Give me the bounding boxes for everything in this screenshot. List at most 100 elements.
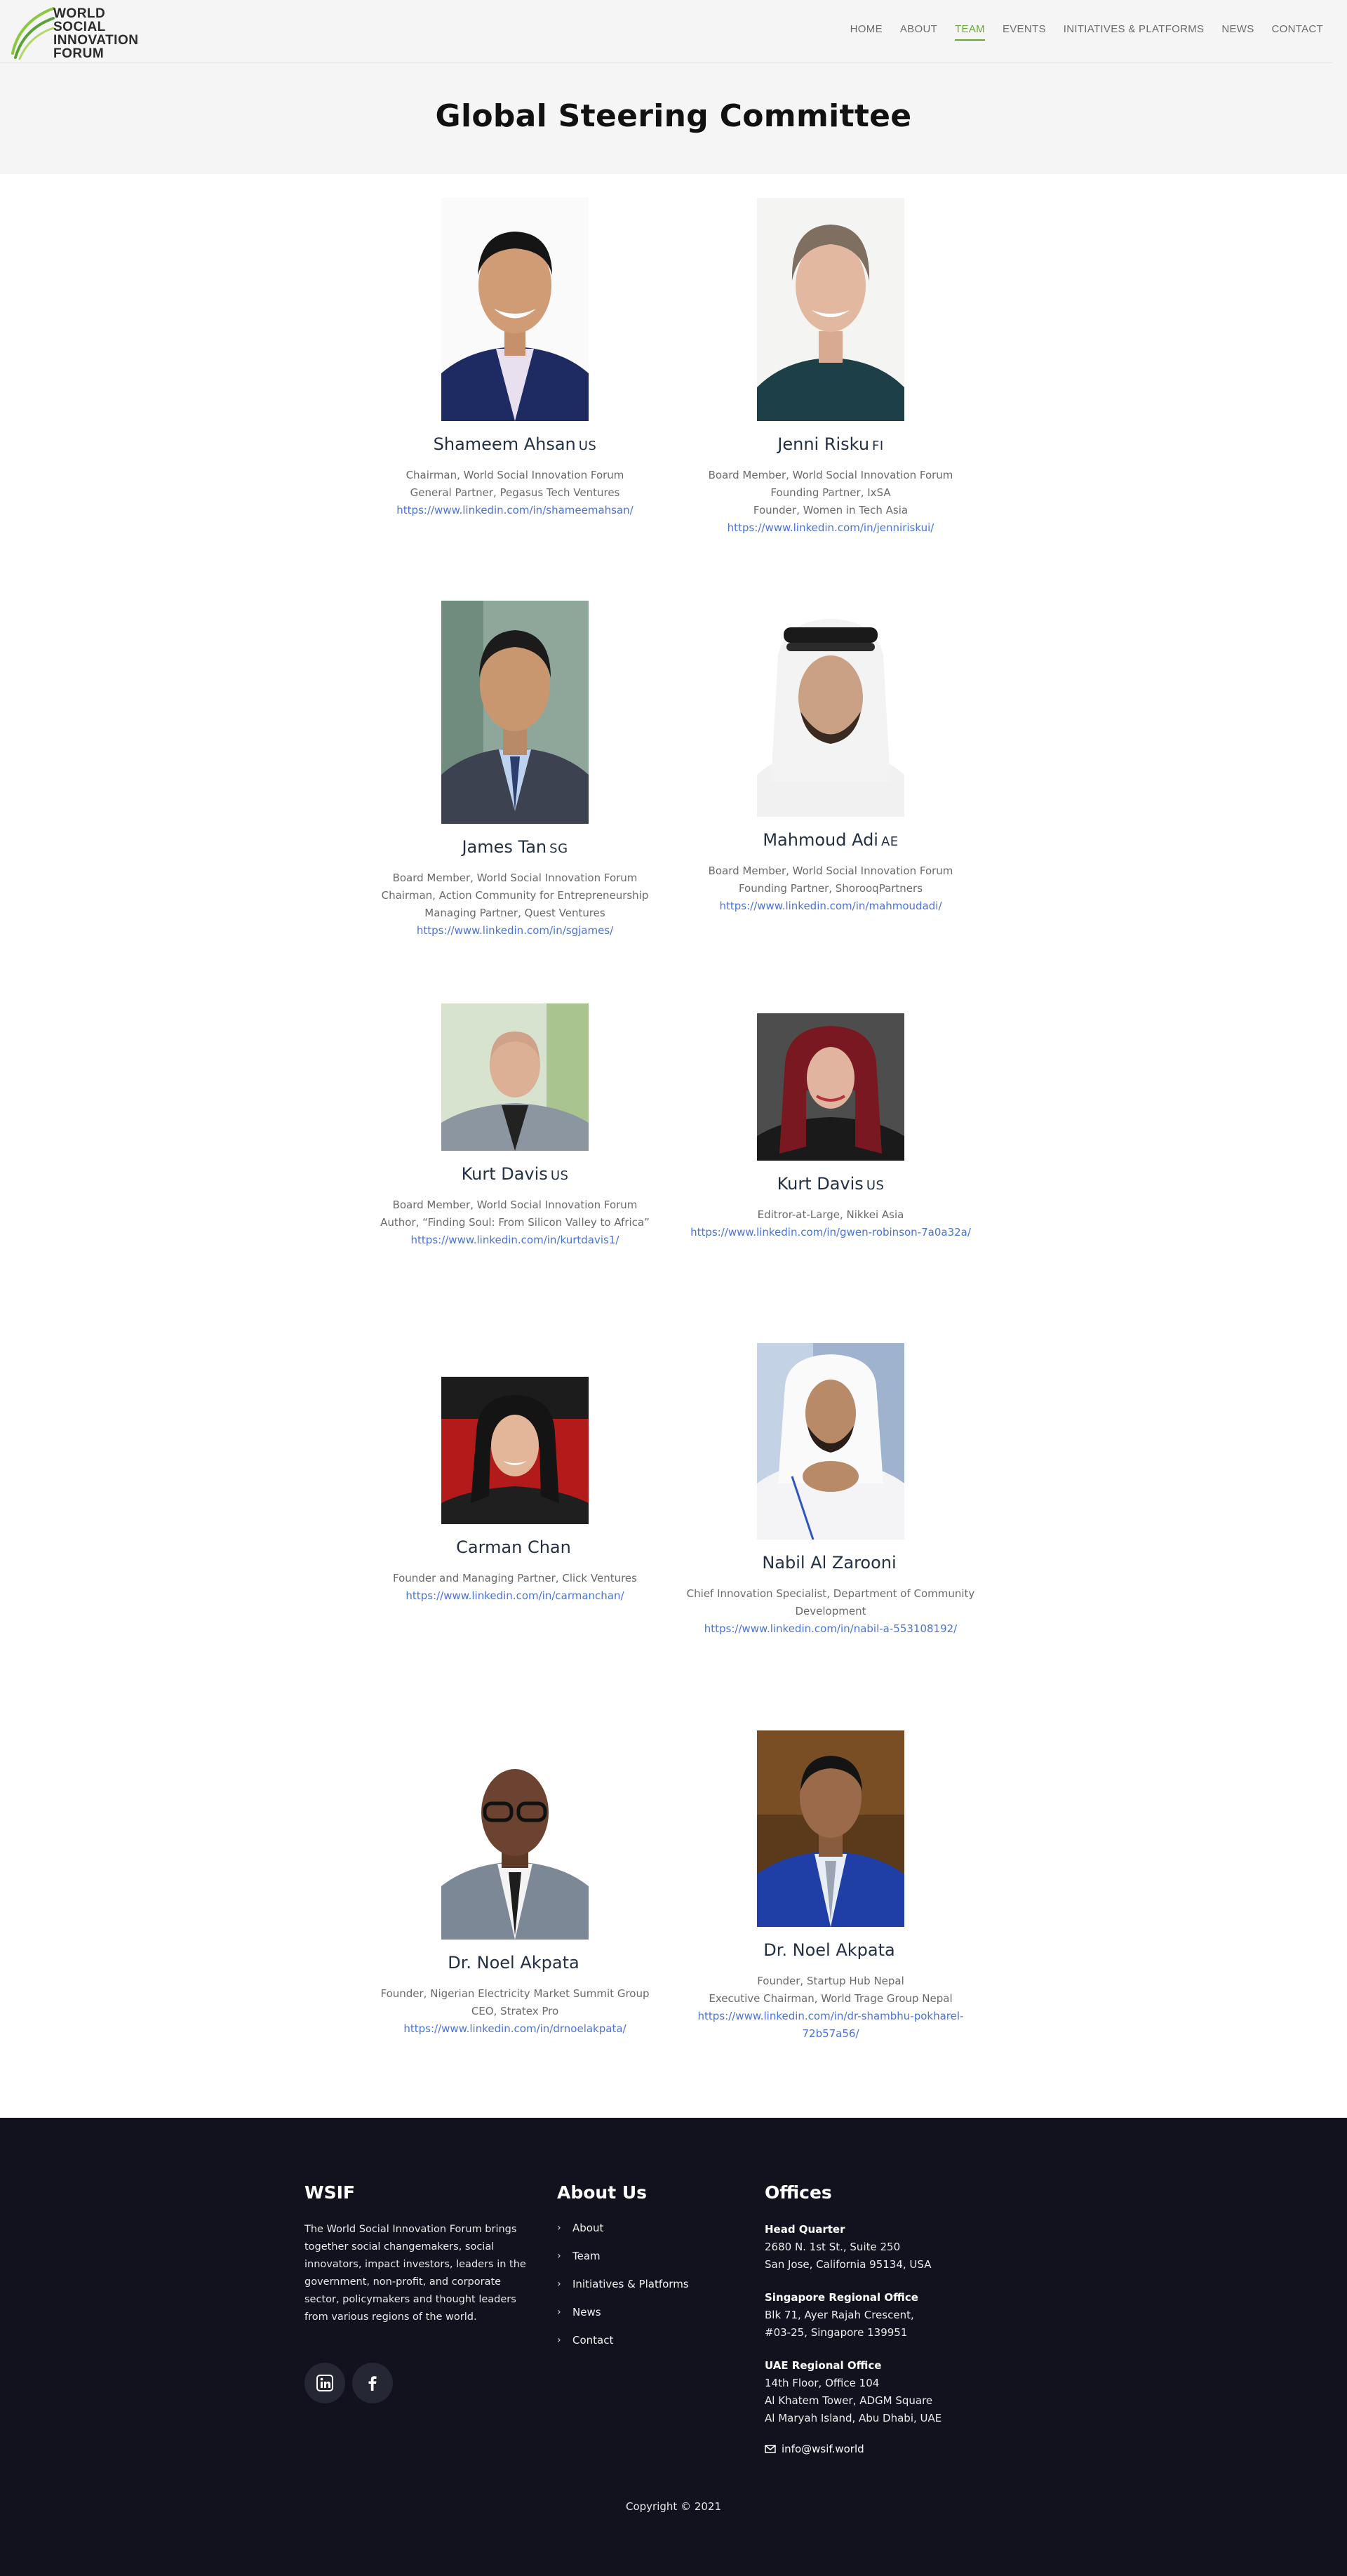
office-line: 2680 N. 1st St., Suite 250 (765, 2241, 901, 2253)
member-photo (441, 1746, 589, 1940)
linkedin-link[interactable]: https://www.linkedin.com/in/jenniriskui/ (676, 519, 985, 537)
linkedin-link[interactable]: https://www.linkedin.com/in/nabil-a-5531… (676, 1620, 985, 1638)
member-role: Founder, Startup Hub Nepal (757, 1975, 904, 1987)
footer-link-news[interactable]: › News (557, 2305, 689, 2319)
linkedin-link[interactable]: https://www.linkedin.com/in/carmanchan/ (361, 1587, 669, 1605)
member-role: Executive Chairman, World Trage Group Ne… (709, 1992, 953, 2005)
site-logo[interactable]: WORLD SOCIAL INNOVATION FORUM (10, 4, 157, 60)
member-role: Founding Partner, IxSA (770, 486, 891, 499)
footer-email[interactable]: info@wsif.world (765, 2443, 941, 2455)
member-role: Author, “Finding Soul: From Silicon Vall… (380, 1216, 650, 1229)
footer-link-initiatives[interactable]: › Initiatives & Platforms (557, 2277, 689, 2291)
member-name: Kurt Davis US (361, 1163, 669, 1187)
member-role: Board Member, World Social Innovation Fo… (708, 865, 953, 877)
chevron-right-icon: › (557, 2222, 561, 2234)
country-code: US (550, 1168, 569, 1183)
member-name: Nabil Al Zarooni (676, 1552, 985, 1575)
nav-news[interactable]: NEWS (1221, 23, 1254, 41)
site-footer: WSIF The World Social Innovation Forum b… (0, 2118, 1347, 2576)
logo-text: WORLD SOCIAL INNOVATION FORUM (53, 7, 138, 60)
office-line: Al Khatem Tower, ADGM Square (765, 2394, 933, 2407)
member-photo (441, 601, 589, 824)
office-line: 14th Floor, Office 104 (765, 2377, 880, 2389)
member-roles: Editror-at-Large, Nikkei Asia (676, 1206, 985, 1224)
member-role: Founding Partner, ShorooqPartners (738, 882, 923, 895)
member-name-text: Dr. Noel Akpata (448, 1953, 579, 1973)
office-line: San Jose, California 95134, USA (765, 2258, 932, 2271)
member-roles: Founder, Startup Hub Nepal Executive Cha… (676, 1973, 985, 2008)
member-roles: Chairman, World Social Innovation Forum … (361, 467, 669, 502)
nav-team[interactable]: TEAM (955, 23, 985, 41)
member-roles: Board Member, World Social Innovation Fo… (676, 862, 985, 897)
linkedin-link[interactable]: https://www.linkedin.com/in/kurtdavis1/ (361, 1232, 669, 1249)
member-card: Kurt Davis US Editror-at-Large, Nikkei As… (676, 1013, 985, 1241)
logo-swoosh-icon (11, 7, 55, 60)
page-header: WORLD SOCIAL INNOVATION FORUM HOME ABOUT… (0, 0, 1347, 174)
footer-link-about[interactable]: › About (557, 2221, 689, 2235)
member-roles: Board Member, World Social Innovation Fo… (676, 467, 985, 519)
office-title: UAE Regional Office (765, 2359, 882, 2372)
member-name: Carman Chan (361, 1537, 669, 1560)
member-name: Dr. Noel Akpata (361, 1952, 669, 1975)
footer-link-label: News (572, 2306, 601, 2318)
member-name-text: Nabil Al Zarooni (762, 1553, 897, 1573)
member-name-text: Kurt Davis (461, 1164, 548, 1184)
member-photo (441, 198, 589, 421)
linkedin-link[interactable]: https://www.linkedin.com/in/drnoelakpata… (361, 2020, 669, 2038)
member-name-text: Jenni Risku (777, 434, 870, 454)
chevron-right-icon: › (557, 2335, 561, 2346)
linkedin-link[interactable]: https://www.linkedin.com/in/shameemahsan… (361, 502, 669, 519)
chevron-right-icon: › (557, 2278, 561, 2290)
linkedin-link[interactable]: https://www.linkedin.com/in/dr-shambhu-p… (676, 2008, 985, 2043)
linkedin-link[interactable]: https://www.linkedin.com/in/gwen-robinso… (676, 1224, 985, 1241)
footer-offices-col: Offices Head Quarter 2680 N. 1st St., Su… (765, 2182, 941, 2455)
member-name-text: Dr. Noel Akpata (763, 1940, 895, 1960)
member-roles: Chief Innovation Specialist, Department … (676, 1585, 985, 1620)
facebook-icon[interactable] (352, 2363, 393, 2403)
member-name-text: James Tan (462, 837, 547, 857)
member-role: General Partner, Pegasus Tech Ventures (410, 486, 620, 499)
footer-link-label: Team (572, 2250, 601, 2262)
member-card: Dr. Noel Akpata Founder, Nigerian Electr… (361, 1746, 669, 2038)
page-title: Global Steering Committee (435, 98, 912, 134)
nav-contact[interactable]: CONTACT (1272, 23, 1323, 41)
linkedin-link[interactable]: https://www.linkedin.com/in/mahmoudadi/ (676, 897, 985, 915)
footer-link-label: Contact (572, 2334, 614, 2347)
member-role: Chairman, World Social Innovation Forum (406, 469, 624, 481)
member-name: Mahmoud Adi AE (676, 829, 985, 853)
member-card: Carman Chan Founder and Managing Partner… (361, 1377, 669, 1605)
nav-home[interactable]: HOME (850, 23, 883, 41)
member-role: Founder, Nigerian Electricity Market Sum… (380, 1987, 650, 2000)
logo-line: SOCIAL (53, 20, 106, 34)
nav-initiatives[interactable]: INITIATIVES & PLATFORMS (1064, 23, 1205, 41)
member-name-text: Carman Chan (456, 1537, 571, 1557)
member-roles: Founder, Nigerian Electricity Market Sum… (361, 1985, 669, 2020)
logo-line: INNOVATION (53, 33, 139, 48)
country-code: AE (880, 834, 899, 849)
footer-links-title: About Us (557, 2182, 648, 2203)
member-roles: Board Member, World Social Innovation Fo… (361, 1196, 669, 1232)
member-photo (757, 606, 904, 817)
member-photo (757, 1013, 904, 1161)
member-role: Development (795, 1605, 866, 1617)
member-roles: Board Member, World Social Innovation Fo… (361, 869, 669, 922)
member-role: Chief Innovation Specialist, Department … (686, 1587, 975, 1600)
country-code: FI (872, 439, 884, 453)
footer-link-team[interactable]: › Team (557, 2249, 689, 2263)
linkedin-icon[interactable] (304, 2363, 345, 2403)
member-name-text: Kurt Davis (777, 1174, 864, 1194)
country-code: US (578, 439, 597, 453)
nav-about[interactable]: ABOUT (900, 23, 937, 41)
office-title: Singapore Regional Office (765, 2291, 918, 2304)
member-role: Editror-at-Large, Nikkei Asia (757, 1208, 904, 1221)
logo-line: WORLD (53, 6, 106, 21)
logo-line: FORUM (53, 46, 105, 61)
nav-events[interactable]: EVENTS (1003, 23, 1046, 41)
footer-link-contact[interactable]: › Contact (557, 2333, 689, 2347)
footer-links-col: About Us › About › Team › Initiatives & Pla… (557, 2182, 689, 2361)
member-photo (441, 1003, 589, 1151)
country-code: SG (549, 841, 568, 856)
email-text: info@wsif.world (782, 2443, 864, 2455)
linkedin-link[interactable]: https://www.linkedin.com/in/sgjames/ (361, 922, 669, 940)
member-role: Board Member, World Social Innovation Fo… (392, 1199, 638, 1211)
